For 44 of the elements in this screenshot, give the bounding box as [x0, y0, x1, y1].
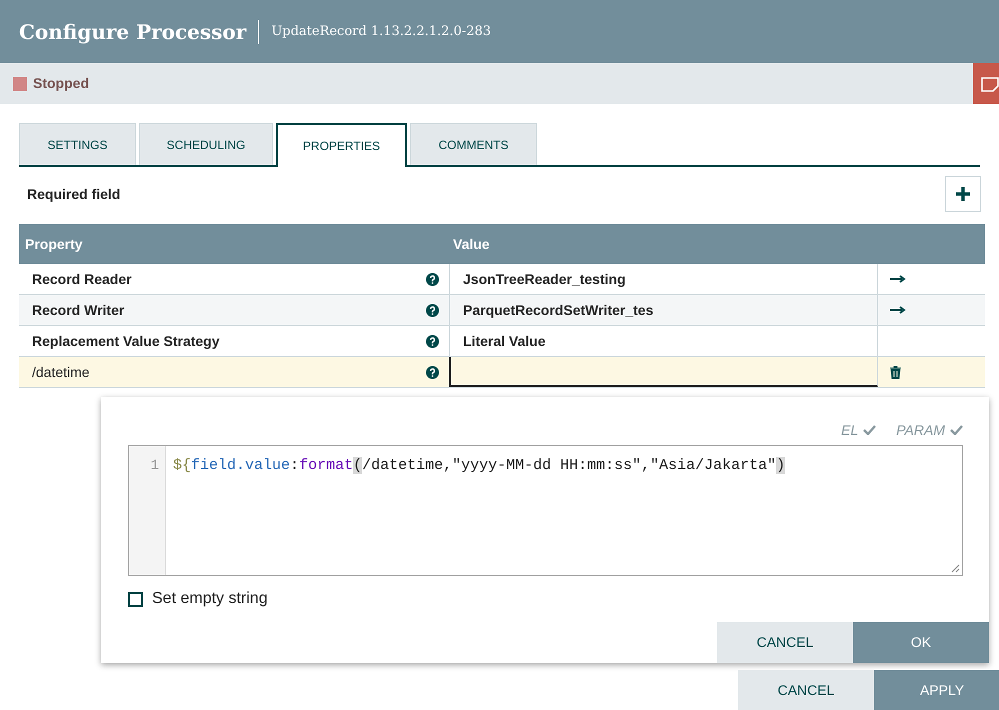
cancel-button[interactable]: CANCEL: [738, 670, 874, 710]
arrow-right-icon[interactable]: [890, 306, 906, 314]
resize-handle-icon[interactable]: [951, 564, 960, 573]
table-row[interactable]: Replacement Value Strategy Literal Value: [19, 326, 985, 357]
property-name: Replacement Value Strategy: [32, 332, 220, 351]
cancel-button[interactable]: CANCEL: [717, 622, 853, 663]
line-number: 1: [150, 458, 159, 474]
help-icon[interactable]: [426, 334, 439, 348]
note-icon: [981, 76, 999, 92]
checkbox[interactable]: [128, 592, 143, 606]
status-label: Stopped: [33, 74, 89, 93]
flag-label: PARAM: [896, 420, 945, 440]
code-line: ${field.value:format(/datetime,"yyyy-MM-dd HH:mm:ss","Asia/Jakarta"): [173, 457, 786, 474]
property-value[interactable]: JsonTreeReader_testing: [463, 268, 626, 290]
processor-version: UpdateRecord 1.13.2.2.1.2.0-283: [271, 22, 492, 41]
add-property-button[interactable]: [945, 176, 981, 212]
tab[interactable]: SCHEDULING: [139, 123, 273, 165]
table-row[interactable]: Record Reader JsonTreeReader_testing: [19, 264, 985, 295]
flag-label: EL: [841, 420, 858, 440]
check-icon: [863, 425, 876, 435]
property-value[interactable]: ParquetRecordSetWriter_tes: [463, 300, 654, 320]
tab[interactable]: SETTINGS: [19, 123, 136, 165]
dialog-title: Configure Processor: [19, 18, 246, 46]
tab[interactable]: PROPERTIES: [276, 123, 407, 167]
help-icon[interactable]: [426, 272, 439, 286]
plus-icon: [955, 186, 971, 202]
note-button[interactable]: [973, 63, 999, 104]
help-icon[interactable]: [426, 366, 439, 378]
column-header: Property: [24, 234, 84, 254]
table-row[interactable]: Record Writer ParquetRecordSetWriter_tes: [19, 295, 985, 326]
table-row[interactable]: /datetime: [19, 357, 985, 388]
code-editor[interactable]: 1 ${field.value:format(/datetime,"yyyy-MM-dd HH:mm:ss","Asia/Jakarta"): [128, 445, 963, 576]
help-icon[interactable]: [426, 304, 439, 316]
checkbox-label: Set empty string: [152, 589, 268, 609]
property-name: /datetime: [32, 362, 90, 382]
required-field-label: Required field: [27, 184, 120, 204]
property-name: Record Reader: [32, 270, 132, 288]
trash-icon[interactable]: [890, 366, 901, 378]
property-name: Record Writer: [32, 300, 124, 320]
column-header: Value: [452, 234, 490, 254]
arrow-right-icon[interactable]: [890, 275, 906, 283]
check-icon: [950, 425, 963, 435]
property-value[interactable]: Literal Value: [463, 330, 546, 352]
tab[interactable]: COMMENTS: [410, 123, 537, 165]
